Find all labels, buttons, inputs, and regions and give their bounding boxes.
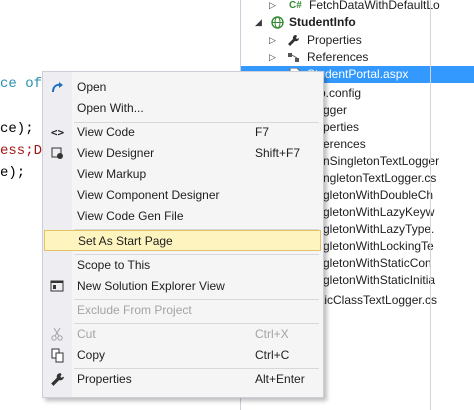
tree-item[interactable]: ▷ C# FetchDataWithDefaultLo bbox=[241, 0, 474, 14]
menu-item-label: View Markup bbox=[77, 167, 147, 181]
code-line: ce of bbox=[0, 76, 43, 92]
menu-item-label: Open With... bbox=[77, 101, 144, 115]
web-project-icon bbox=[271, 16, 284, 29]
menu-item-label: Copy bbox=[77, 348, 106, 362]
tree-item-label: gletonWithStaticInitia bbox=[323, 273, 436, 287]
view-code-icon: <> bbox=[50, 126, 65, 139]
menu-item-label: View Component Designer bbox=[77, 188, 220, 202]
view-designer-icon bbox=[50, 146, 65, 161]
tree-item-label: gletonWithDoubleCh bbox=[323, 188, 434, 202]
menu-item-shortcut: Ctrl+C bbox=[255, 348, 290, 362]
menu-item-label: Open bbox=[77, 80, 107, 94]
tree-item-label: StudentInfo bbox=[289, 15, 356, 29]
menu-item-open-with[interactable]: Open With... bbox=[45, 98, 319, 119]
context-menu: Open Open With... <> View Code F7 View D… bbox=[42, 71, 324, 398]
menu-item-view-designer[interactable]: View Designer Shift+F7 bbox=[45, 143, 319, 164]
open-icon bbox=[50, 80, 65, 95]
wrench-icon bbox=[50, 372, 65, 387]
menu-item-shortcut: F7 bbox=[255, 125, 270, 139]
tree-item-label: perties bbox=[323, 120, 360, 134]
menu-item-new-solution-explorer-view[interactable]: New Solution Explorer View bbox=[45, 276, 319, 297]
tree-item-label: ngletonTextLogger.cs bbox=[323, 171, 437, 185]
expand-arrow-icon[interactable]: ▷ bbox=[269, 32, 276, 49]
tree-item-studentinfo[interactable]: ◢ StudentInfo bbox=[241, 14, 474, 31]
menu-item-view-code[interactable]: <> View Code F7 bbox=[45, 122, 319, 143]
menu-item-open[interactable]: Open bbox=[45, 77, 319, 98]
menu-item-copy[interactable]: Copy Ctrl+C bbox=[45, 345, 319, 366]
tree-item-properties[interactable]: ▷ Properties bbox=[241, 32, 474, 49]
menu-item-label: Scope to This bbox=[77, 258, 151, 272]
code-line: ce); bbox=[0, 121, 34, 137]
menu-item-exclude-from-project: Exclude From Project bbox=[45, 300, 319, 321]
tree-item-label: FetchDataWithDefaultLo bbox=[309, 0, 440, 12]
menu-item-label: Cut bbox=[77, 327, 96, 341]
tree-item-label: gletonWithLockingTe bbox=[323, 239, 434, 253]
menu-item-view-markup[interactable]: View Markup bbox=[45, 164, 319, 185]
cut-icon bbox=[50, 327, 65, 342]
menu-item-shortcut: Ctrl+X bbox=[255, 327, 289, 341]
wrench-icon bbox=[287, 34, 300, 47]
menu-item-shortcut: Shift+F7 bbox=[255, 146, 301, 160]
expand-arrow-icon[interactable]: ▷ bbox=[269, 49, 276, 66]
menu-item-label: View Code bbox=[77, 125, 135, 139]
tree-item-label: b.config bbox=[319, 86, 362, 100]
tree-item-references[interactable]: ▷ References bbox=[241, 49, 474, 66]
menu-item-cut: Cut Ctrl+X bbox=[45, 324, 319, 345]
new-view-icon bbox=[50, 279, 65, 294]
tree-item-label: gger bbox=[323, 103, 348, 117]
copy-icon bbox=[50, 348, 65, 363]
tree-item-label: gletonWithLazyKeyw bbox=[323, 205, 435, 219]
scrollbar-divider bbox=[430, 0, 431, 410]
collapse-arrow-icon[interactable]: ◢ bbox=[255, 14, 262, 31]
csharp-file-icon: C# bbox=[289, 0, 302, 11]
menu-item-properties[interactable]: Properties Alt+Enter bbox=[45, 369, 319, 390]
code-line: ess;D bbox=[0, 143, 43, 159]
menu-item-label: View Code Gen File bbox=[77, 209, 184, 223]
menu-item-label: Exclude From Project bbox=[77, 303, 192, 317]
tree-item-label: ticClassTextLogger.cs bbox=[321, 293, 438, 307]
tree-item-label: Properties bbox=[307, 33, 362, 47]
tree-item-label: erences bbox=[323, 137, 366, 151]
tree-item-label: gletonWithStaticCon bbox=[323, 256, 432, 270]
menu-item-label: New Solution Explorer View bbox=[77, 279, 225, 293]
tree-item-label: gletonWithLazyType. bbox=[323, 222, 435, 236]
menu-item-scope-to-this[interactable]: Scope to This bbox=[45, 255, 319, 276]
menu-item-label: Set As Start Page bbox=[78, 234, 173, 248]
references-icon bbox=[287, 51, 300, 64]
tree-item-label: References bbox=[307, 50, 369, 64]
expand-arrow-icon[interactable]: ▷ bbox=[269, 0, 276, 14]
menu-item-view-component-designer[interactable]: View Component Designer bbox=[45, 185, 319, 206]
menu-item-shortcut: Alt+Enter bbox=[255, 372, 305, 386]
menu-item-view-code-gen-file[interactable]: View Code Gen File bbox=[45, 206, 319, 227]
tree-item-label: nSingletonTextLogger bbox=[323, 154, 440, 168]
menu-item-label: Properties bbox=[77, 372, 132, 386]
menu-item-label: View Designer bbox=[77, 146, 155, 160]
code-line: e); bbox=[0, 165, 26, 181]
menu-item-set-as-start-page[interactable]: Set As Start Page bbox=[44, 230, 321, 251]
